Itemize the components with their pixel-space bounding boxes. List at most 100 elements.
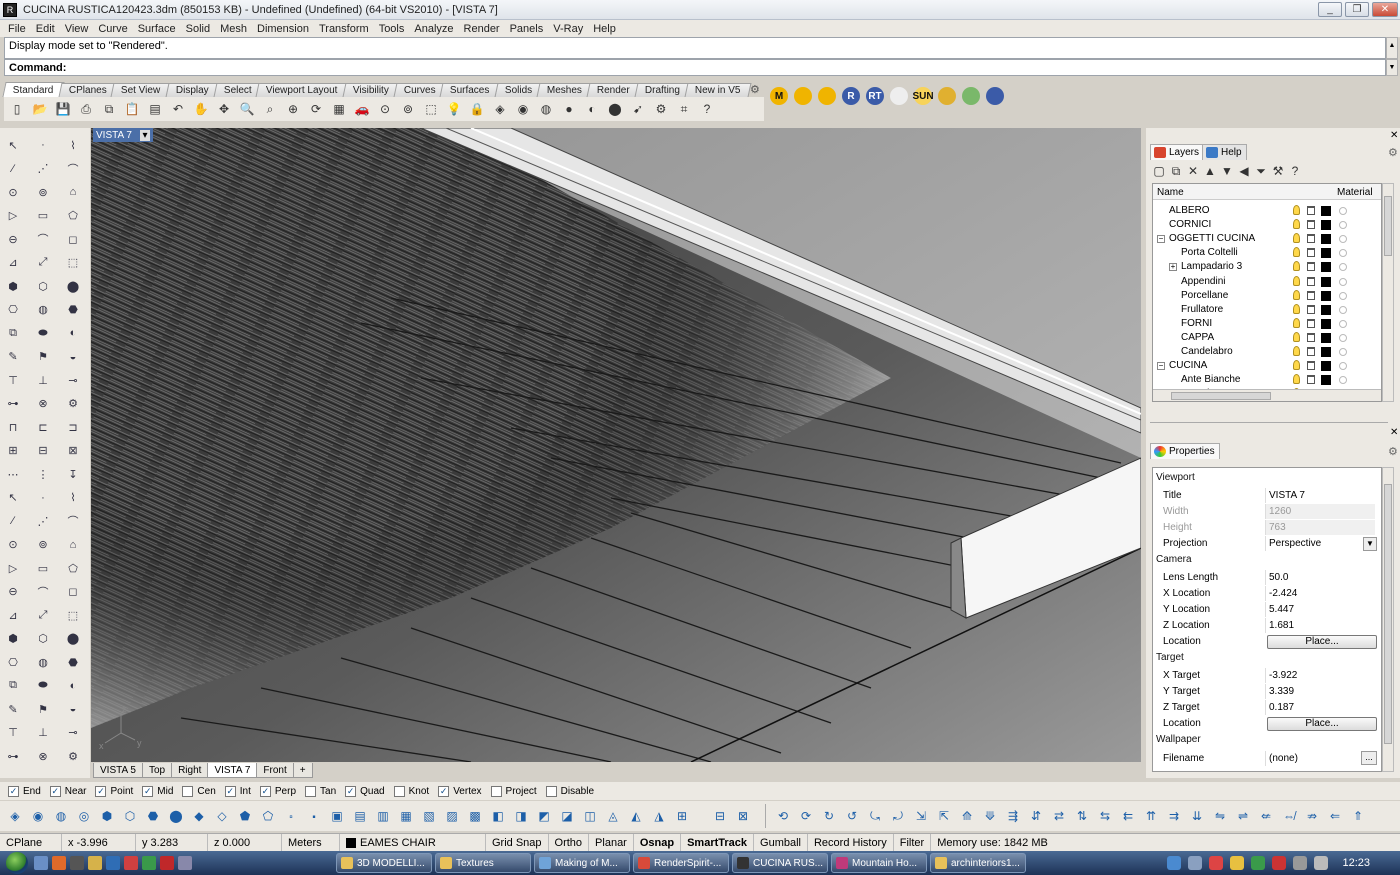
tool-24-1-icon[interactable]: ⚑ [34, 700, 52, 718]
layer-row[interactable]: ALBERO [1153, 204, 1381, 218]
planar-toggle[interactable]: Planar [589, 833, 634, 852]
transform-tool-17-icon[interactable]: ⇉ [1165, 806, 1183, 826]
tool-20-0-icon[interactable]: ⊿ [4, 606, 22, 624]
tool-6-2-icon[interactable]: ⬤ [64, 277, 82, 295]
osnap-project[interactable]: Project [490, 785, 537, 797]
layer-color-swatch[interactable] [1321, 375, 1331, 386]
start-button[interactable] [0, 851, 34, 875]
checkbox[interactable]: ✓ [142, 785, 154, 797]
osnap-int[interactable]: ✓ Int [224, 785, 251, 797]
solid-tool-10-icon[interactable]: ⬟ [236, 806, 254, 826]
vray-help-icon[interactable] [986, 87, 1004, 105]
menu-v-ray[interactable]: V-Ray [548, 23, 588, 35]
solid-tool-0-icon[interactable]: ◈ [6, 806, 24, 826]
tab-curves[interactable]: Curves [393, 83, 446, 97]
lock-icon[interactable] [1307, 347, 1315, 356]
tab-display[interactable]: Display [165, 83, 219, 97]
tool-11-0-icon[interactable]: ⊶ [4, 395, 22, 413]
photoshop-icon[interactable] [106, 856, 120, 870]
lightbulb-icon[interactable] [1293, 205, 1300, 215]
tool-19-1-icon[interactable]: ⌒ [34, 583, 52, 601]
tool-5-0-icon[interactable]: ⊿ [4, 254, 22, 272]
solid-tool-31-icon[interactable]: ⊠ [734, 806, 752, 826]
lock-icon[interactable] [1307, 361, 1315, 371]
osnap-knot[interactable]: Knot [393, 785, 429, 797]
solid-tool-29-icon[interactable]: ⊞ [673, 806, 691, 826]
tool-14-0-icon[interactable]: ⋯ [4, 465, 22, 483]
layer-color-swatch[interactable] [1321, 234, 1331, 245]
tool-25-0-icon[interactable]: ⊤ [4, 724, 22, 742]
rotate-icon[interactable]: ⟳ [306, 99, 326, 119]
light-icon[interactable]: 💡 [444, 99, 464, 119]
vray-rt-icon[interactable]: RT [866, 87, 884, 105]
lock-icon[interactable] [1307, 304, 1315, 314]
layer-color-swatch[interactable] [1321, 361, 1331, 372]
lock-icon[interactable] [1307, 375, 1315, 385]
transform-tool-15-icon[interactable]: ⇇ [1119, 806, 1137, 826]
solid-tool-16-icon[interactable]: ▥ [374, 806, 392, 826]
tool-9-2-icon[interactable]: ◒ [64, 348, 82, 366]
layer-row[interactable]: CORNICI [1153, 218, 1381, 232]
tool-19-0-icon[interactable]: ⊖ [4, 583, 22, 601]
named-view-icon[interactable]: ⊚ [398, 99, 418, 119]
layer-row[interactable]: − CUCINA [1153, 359, 1381, 373]
transform-tool-6-icon[interactable]: ⇲ [912, 806, 930, 826]
record-history-toggle[interactable]: Record History [808, 833, 894, 852]
tool-13-0-icon[interactable]: ⊞ [4, 442, 22, 460]
transform-tool-8-icon[interactable]: ⟰ [958, 806, 976, 826]
checkbox[interactable]: ✓ [259, 785, 271, 797]
y-target-field[interactable]: 3.339 [1265, 684, 1375, 699]
filename-field[interactable]: (none) [1265, 751, 1375, 766]
taskbar-button[interactable]: 3D MODELLI... [336, 853, 432, 873]
tool-20-2-icon[interactable]: ⬚ [64, 606, 82, 624]
vray-light-icon[interactable] [938, 87, 956, 105]
tool-17-1-icon[interactable]: ⊚ [34, 536, 52, 554]
tool-20-1-icon[interactable]: ⤢ [34, 606, 52, 624]
layer-icon[interactable]: ◈ [490, 99, 510, 119]
z-location-field[interactable]: 1.681 [1265, 618, 1375, 633]
layer-row[interactable]: + Lampadario 3 [1153, 260, 1381, 274]
tool-25-1-icon[interactable]: ⊥ [34, 724, 52, 742]
lightbulb-icon[interactable] [1293, 346, 1300, 356]
volume-icon[interactable] [1293, 856, 1308, 870]
y-location-field[interactable]: 5.447 [1265, 602, 1375, 617]
layer-row[interactable]: Porcellane [1153, 289, 1381, 303]
osnap-disable[interactable]: Disable [545, 785, 594, 797]
tab-standard[interactable]: Standard [2, 82, 65, 97]
zoom-icon[interactable]: 🔍 [237, 99, 257, 119]
tab-visibility[interactable]: Visibility [342, 83, 400, 97]
lock-icon[interactable] [1307, 332, 1315, 342]
move-down-icon[interactable]: ▼ [1220, 164, 1234, 178]
layer-row[interactable]: − OGGETTI CUCINA [1153, 232, 1381, 246]
tool-7-0-icon[interactable]: ⎔ [4, 301, 22, 319]
chevron-down-icon[interactable]: ▾ [139, 129, 150, 141]
view-tab-top[interactable]: Top [141, 763, 173, 778]
transform-tool-13-icon[interactable]: ⇅ [1073, 806, 1091, 826]
tool-1-2-icon[interactable]: ⌒ [64, 160, 82, 178]
osnap-point[interactable]: ✓ Point [95, 785, 133, 797]
tool-18-1-icon[interactable]: ▭ [34, 559, 52, 577]
tool-7-2-icon[interactable]: ⬣ [64, 301, 82, 319]
tab-new-in-v5[interactable]: New in V5 [684, 83, 752, 97]
menu-transform[interactable]: Transform [314, 23, 374, 35]
lock-icon[interactable] [1307, 234, 1315, 244]
solid-tool-27-icon[interactable]: ◭ [627, 806, 645, 826]
vray-proxy-icon[interactable] [962, 87, 980, 105]
tool-15-2-icon[interactable]: ⌇ [64, 489, 82, 507]
transform-tool-22-icon[interactable]: ⇎ [1280, 806, 1298, 826]
tab-drafting[interactable]: Drafting [634, 83, 691, 97]
checkbox[interactable] [305, 785, 317, 797]
layer-color-swatch[interactable] [1321, 262, 1331, 273]
tool-14-1-icon[interactable]: ⋮ [34, 465, 52, 483]
solid-tool-30-icon[interactable]: ⊟ [711, 806, 729, 826]
place-camera-button[interactable]: Place... [1267, 635, 1377, 649]
close-icon[interactable]: ✕ [1390, 427, 1398, 438]
lock-icon[interactable] [1307, 220, 1315, 230]
checkbox[interactable]: ✓ [438, 785, 450, 797]
view-tab-front[interactable]: Front [256, 763, 294, 778]
tool-9-0-icon[interactable]: ✎ [4, 348, 22, 366]
lightbulb-icon[interactable] [1293, 303, 1300, 314]
tool-18-0-icon[interactable]: ▷ [4, 559, 22, 577]
taskbar-button[interactable]: Mountain Ho... [831, 853, 927, 873]
lock-icon[interactable]: 🔒 [467, 99, 487, 119]
